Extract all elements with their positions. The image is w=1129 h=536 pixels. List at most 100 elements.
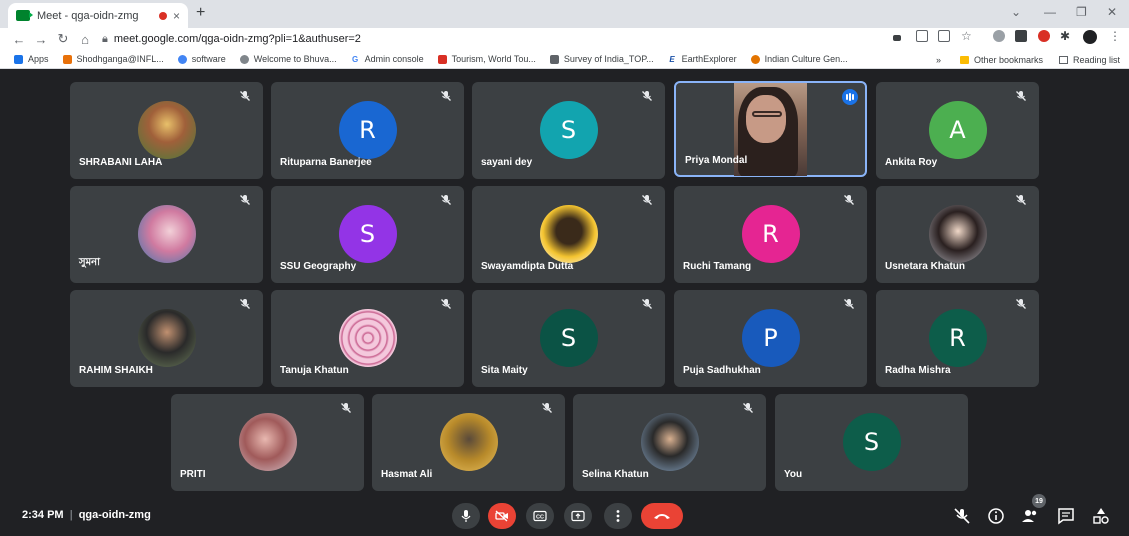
participant-tile[interactable]: Swayamdipta Dutta: [472, 186, 665, 283]
bookmark-item[interactable]: Survey of India_TOP...: [549, 54, 654, 64]
activities-icon[interactable]: [1091, 506, 1111, 526]
participant-tile-active[interactable]: Priya Mondal: [674, 81, 867, 177]
bookmark-label: Welcome to Bhuva...: [253, 54, 337, 64]
more-options-button[interactable]: [604, 503, 632, 529]
bookmark-item[interactable]: software: [177, 54, 226, 64]
participant-tile[interactable]: R Radha Mishra: [876, 290, 1039, 387]
browser-menu-icon[interactable]: ⋮: [1109, 30, 1121, 42]
other-bookmarks[interactable]: Other bookmarks: [960, 50, 1043, 69]
mic-muted-icon: [441, 299, 451, 309]
bookmark-label: EarthExplorer: [681, 54, 737, 64]
mic-muted-icon: [542, 403, 552, 413]
restore-button[interactable]: ❐: [1076, 5, 1087, 19]
mute-all-icon[interactable]: [952, 506, 972, 526]
mic-muted-icon: [240, 299, 250, 309]
back-icon[interactable]: ←: [8, 32, 30, 47]
avatar: [137, 204, 196, 263]
avatar: S: [539, 100, 598, 159]
bookmark-label: Indian Culture Gen...: [764, 54, 848, 64]
mic-muted-icon: [441, 195, 451, 205]
captions-icon: CC: [533, 510, 547, 522]
participant-name: Sita Maity: [481, 365, 528, 376]
new-tab-button[interactable]: +: [196, 4, 205, 22]
participant-tile[interactable]: S sayani dey: [472, 82, 665, 179]
participant-tile[interactable]: S Sita Maity: [472, 290, 665, 387]
bookmark-item[interactable]: E EarthExplorer: [667, 54, 737, 64]
extension-3-icon[interactable]: [1038, 30, 1050, 42]
participant-name: Selina Khatun: [582, 469, 649, 480]
tourism-icon: [437, 54, 447, 64]
mic-muted-icon: [642, 91, 652, 101]
bookmark-item[interactable]: Indian Culture Gen...: [750, 54, 848, 64]
tab-close-icon[interactable]: ×: [173, 9, 180, 23]
shodhganga-icon: [62, 54, 72, 64]
camera-indicator-icon[interactable]: [893, 35, 901, 41]
bookmark-label: Survey of India_TOP...: [563, 54, 654, 64]
captions-button[interactable]: CC: [526, 503, 554, 529]
participant-tile[interactable]: A Ankita Roy: [876, 82, 1039, 179]
meeting-details-icon[interactable]: [986, 506, 1006, 526]
bookmark-item[interactable]: Tourism, World Tou...: [437, 54, 536, 64]
extension-2-icon[interactable]: [1015, 30, 1027, 42]
apps-icon: [14, 54, 23, 64]
participant-tile[interactable]: SHRABANI LAHA: [70, 82, 263, 179]
avatar: [539, 204, 598, 263]
avatar: [338, 308, 397, 367]
people-icon[interactable]: [1020, 506, 1040, 526]
tab-meet[interactable]: Meet - qga-oidn-zmg ×: [8, 3, 188, 28]
participant-tile-self[interactable]: S You: [775, 394, 968, 491]
recording-dot-icon: [158, 11, 167, 20]
microphone-button[interactable]: [452, 503, 480, 529]
bhuvan-icon: [239, 54, 249, 64]
participant-tile[interactable]: S SSU Geography: [271, 186, 464, 283]
other-bookmarks-label: Other bookmarks: [974, 54, 1044, 65]
forward-icon[interactable]: →: [30, 32, 52, 47]
share-icon[interactable]: [938, 30, 950, 42]
reload-icon[interactable]: ↻: [52, 31, 74, 47]
participant-tile[interactable]: Usnetara Khatun: [876, 186, 1039, 283]
extension-icon[interactable]: [993, 30, 1005, 42]
hang-up-icon: [654, 514, 670, 519]
camera-off-button[interactable]: [488, 503, 516, 529]
leave-call-button[interactable]: [641, 503, 683, 529]
bookmark-star-icon[interactable]: ☆: [961, 30, 973, 42]
chat-icon[interactable]: [1056, 506, 1076, 526]
avatar: R: [741, 204, 800, 263]
bookmarks-more-button[interactable]: »: [936, 50, 941, 69]
participant-tile[interactable]: R Ruchi Tamang: [674, 186, 867, 283]
participant-tile[interactable]: PRITI: [171, 394, 364, 491]
participant-tile[interactable]: P Puja Sadhukhan: [674, 290, 867, 387]
survey-icon: [549, 54, 559, 64]
video-face: [746, 95, 786, 143]
bookmark-item[interactable]: Apps: [14, 54, 49, 64]
reading-list[interactable]: Reading list: [1059, 50, 1120, 69]
participant-tile[interactable]: Tanuja Khatun: [271, 290, 464, 387]
avatar: [137, 308, 196, 367]
svg-text:CC: CC: [536, 515, 544, 521]
avatar: S: [842, 412, 901, 471]
participant-tile[interactable]: Hasmat Ali: [372, 394, 565, 491]
participant-tile[interactable]: সুমনা: [70, 186, 263, 283]
bookmark-item[interactable]: Shodhganga@INFL...: [62, 54, 164, 64]
participant-tile[interactable]: RAHIM SHAIKH: [70, 290, 263, 387]
google-icon: G: [350, 54, 360, 64]
bookmark-item[interactable]: G Admin console: [350, 54, 424, 64]
participant-tile[interactable]: R Rituparna Banerjee: [271, 82, 464, 179]
open-external-icon[interactable]: [916, 30, 928, 42]
home-icon[interactable]: ⌂: [74, 32, 96, 47]
minimize-button[interactable]: —: [1044, 5, 1056, 19]
participant-tile[interactable]: Selina Khatun: [573, 394, 766, 491]
profile-avatar[interactable]: [1083, 30, 1097, 44]
speaking-indicator-icon: [842, 89, 858, 105]
meeting-time: 2:34 PM: [22, 509, 64, 521]
browser-tab-strip: Meet - qga-oidn-zmg × + ⌄ — ❐ ✕: [0, 0, 1129, 28]
tab-search-chevron-icon[interactable]: ⌄: [1011, 5, 1021, 19]
bookmark-item[interactable]: Welcome to Bhuva...: [239, 54, 337, 64]
mic-muted-icon: [441, 91, 451, 101]
extensions-puzzle-icon[interactable]: ✱: [1060, 30, 1072, 42]
bookmark-label: software: [191, 54, 226, 64]
present-screen-button[interactable]: [564, 503, 592, 529]
bookmark-label: Tourism, World Tou...: [451, 54, 536, 64]
url-field[interactable]: 🔒︎ meet.google.com/qga-oidn-zmg?pli=1&aut…: [102, 33, 361, 46]
close-window-button[interactable]: ✕: [1107, 5, 1117, 19]
